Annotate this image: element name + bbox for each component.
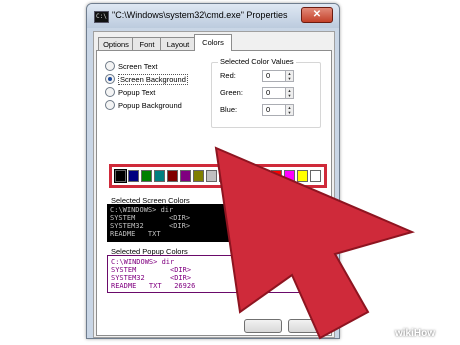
watermark: wikiHow (395, 328, 436, 339)
tab-font[interactable]: Font (132, 37, 162, 51)
spinner-arrows-icon[interactable]: ▲ ▼ (285, 88, 293, 98)
radio-button[interactable] (105, 87, 115, 97)
tab-options[interactable]: Options (98, 37, 134, 51)
color-swatch[interactable] (180, 170, 191, 182)
radio-label: Screen Text (118, 62, 158, 71)
title-bar[interactable]: C:\ "C:\Windows\system32\cmd.exe" Proper… (87, 4, 339, 28)
radio-screen-background[interactable]: Screen Background (105, 74, 188, 85)
color-swatch[interactable] (271, 170, 282, 182)
ok-button[interactable] (244, 319, 282, 333)
color-swatch[interactable] (258, 170, 269, 182)
radio-popup-background[interactable]: Popup Background (105, 100, 182, 111)
cmd-icon-label: C:\ (96, 13, 107, 20)
color-swatch[interactable] (193, 170, 204, 182)
color-swatch[interactable] (154, 170, 165, 182)
radio-button[interactable] (105, 74, 115, 84)
red-label: Red: (220, 71, 236, 80)
red-value: 0 (266, 71, 271, 80)
preview-line: SYSTEM32 <DIR> (111, 274, 192, 282)
dialog-client: Options Font Layout Colors Screen Text S… (93, 31, 335, 338)
radio-label: Screen Background (118, 74, 188, 85)
color-palette (109, 164, 327, 188)
color-swatch[interactable] (114, 169, 127, 183)
color-values-group: Selected Color Values Red: 0 ▲ ▼ Green: 0 ▲… (211, 57, 321, 128)
green-label: Green: (220, 88, 243, 97)
color-swatch[interactable] (232, 170, 243, 182)
radio-screen-text[interactable]: Screen Text (105, 61, 157, 72)
blue-label: Blue: (220, 105, 238, 114)
color-swatch[interactable] (206, 170, 217, 182)
color-swatch[interactable] (219, 170, 230, 182)
preview-line: SYSTEM32 <DIR> (110, 222, 191, 230)
preview-line: README TXT (110, 230, 161, 238)
spinner-arrows-icon[interactable]: ▲ ▼ (285, 105, 293, 115)
green-value: 0 (266, 88, 271, 97)
color-swatch[interactable] (310, 170, 321, 182)
radio-button[interactable] (105, 100, 115, 110)
preview-line: C:\WINDOWS> dir (111, 258, 175, 266)
color-swatch[interactable] (284, 170, 295, 182)
spinner-arrows-icon[interactable]: ▲ ▼ (285, 71, 293, 81)
radio-label: Popup Text (118, 88, 156, 97)
color-values-label: Selected Color Values (218, 57, 296, 66)
screen-colors-preview: C:\WINDOWS> dir SYSTEM <DIR> SYSTEM32 <D… (107, 204, 319, 242)
radio-button[interactable] (105, 61, 115, 71)
properties-dialog: C:\ "C:\Windows\system32\cmd.exe" Proper… (86, 3, 340, 339)
blue-value: 0 (266, 105, 271, 114)
close-button[interactable]: ✕ (301, 7, 333, 23)
red-spinner[interactable]: 0 ▲ ▼ (262, 70, 294, 82)
popup-colors-preview: C:\WINDOWS> dir SYSTEM <DIR> SYSTEM32 <D… (107, 255, 319, 293)
color-swatch[interactable] (297, 170, 308, 182)
blue-spinner[interactable]: 0 ▲ ▼ (262, 104, 294, 116)
green-spinner[interactable]: 0 ▲ ▼ (262, 87, 294, 99)
tab-colors[interactable]: Colors (194, 34, 232, 51)
color-swatch[interactable] (128, 170, 139, 182)
preview-line: SYSTEM <DIR> (110, 214, 191, 222)
radio-label: Popup Background (118, 101, 182, 110)
colors-panel: Screen Text Screen Background Popup Text… (96, 50, 332, 336)
preview-line: SYSTEM <DIR> (111, 266, 192, 274)
tab-layout[interactable]: Layout (160, 37, 196, 51)
window-title: "C:\Windows\system32\cmd.exe" Properties (112, 10, 288, 20)
color-swatch[interactable] (141, 170, 152, 182)
cmd-icon[interactable]: C:\ (94, 11, 109, 23)
cancel-button[interactable] (288, 319, 326, 333)
preview-line: C:\WINDOWS> dir (110, 206, 174, 214)
color-swatch[interactable] (245, 170, 256, 182)
radio-popup-text[interactable]: Popup Text (105, 87, 155, 98)
preview-line: README TXT 26926 (111, 282, 196, 290)
color-swatch[interactable] (167, 170, 178, 182)
